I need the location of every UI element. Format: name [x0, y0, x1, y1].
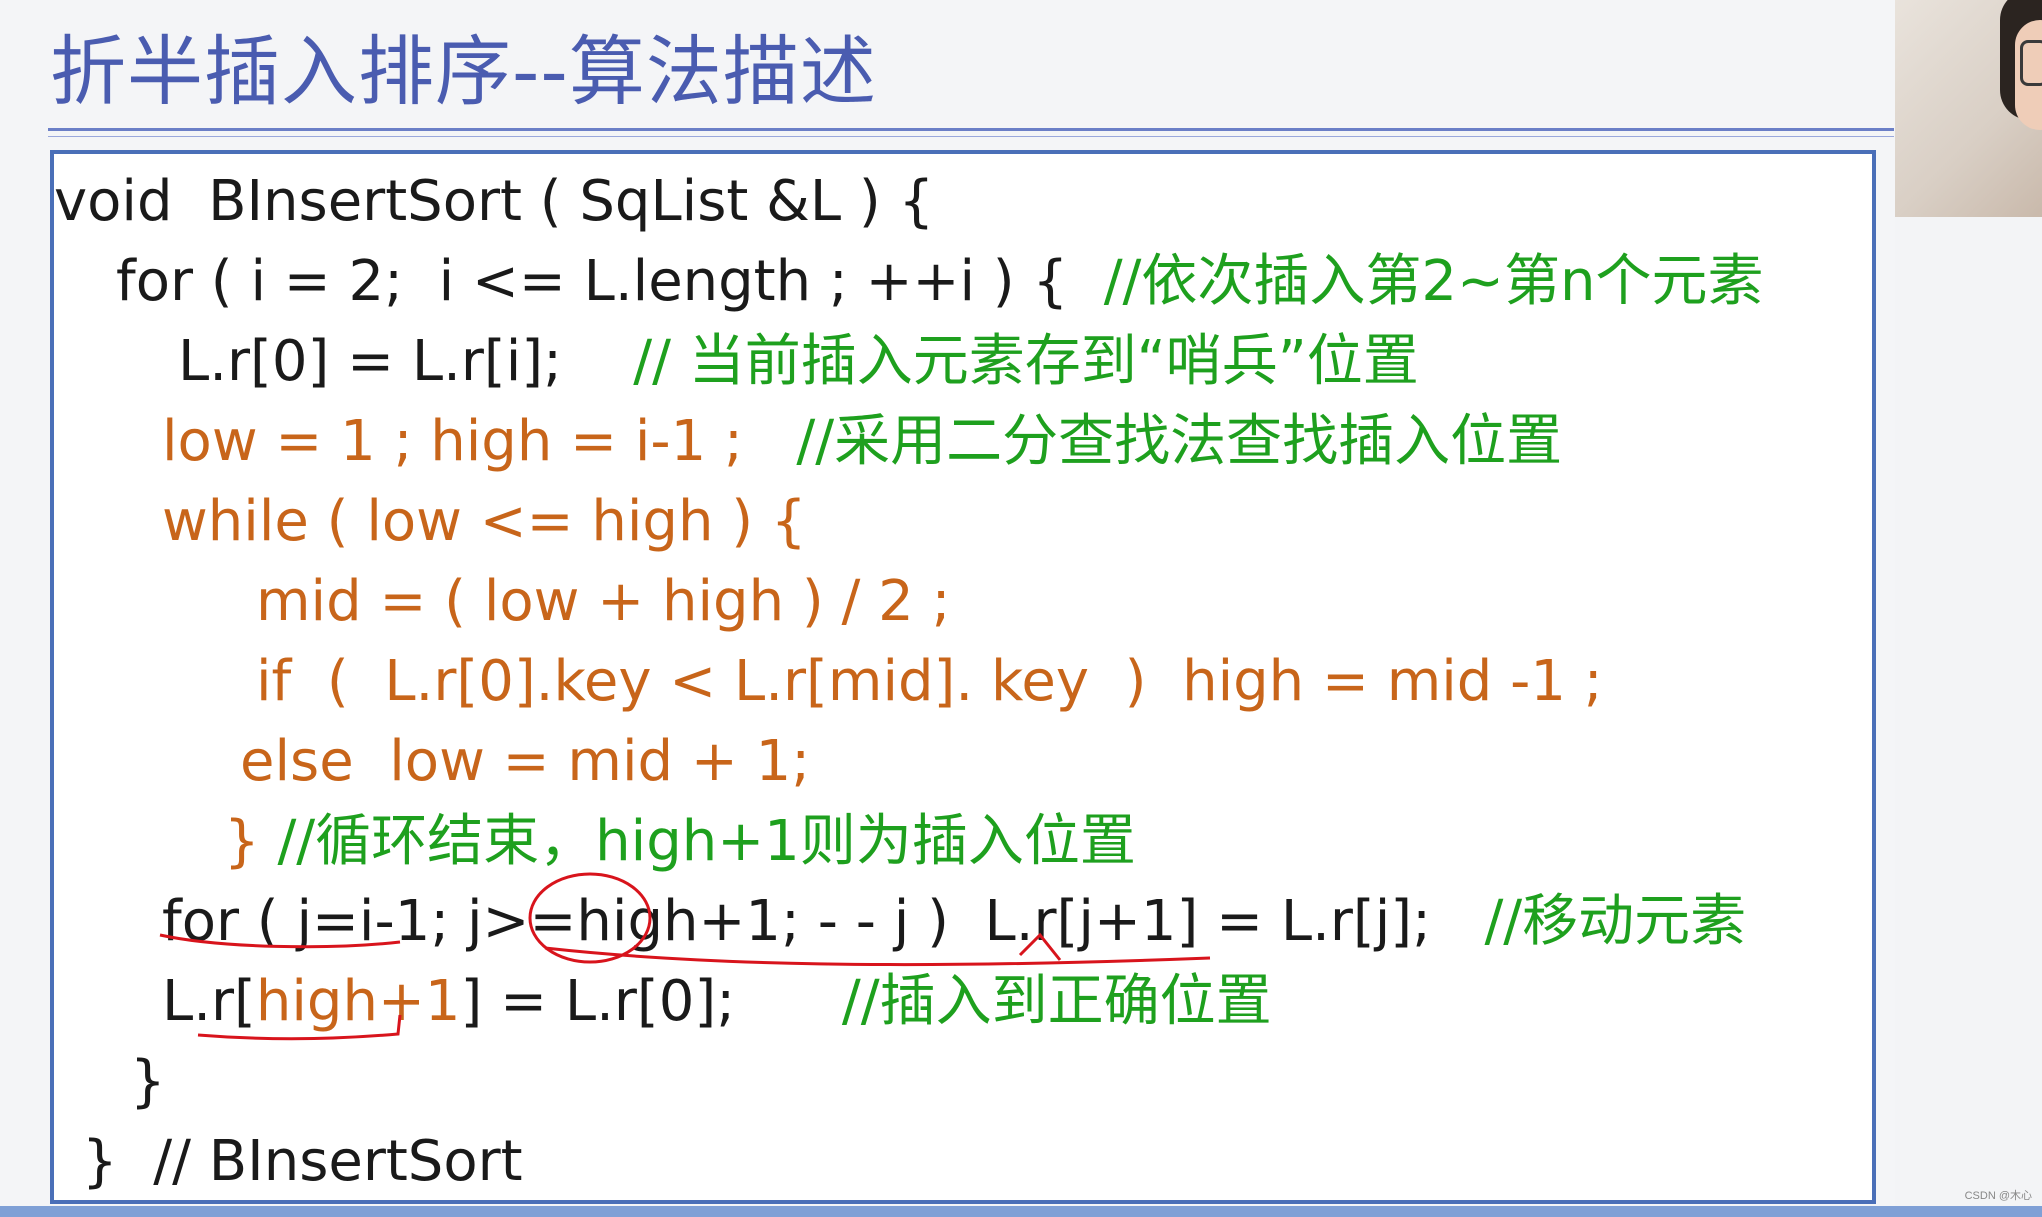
code-segment: high+1: [255, 969, 461, 1034]
code-line: L.r[high+1] = L.r[0]; //插入到正确位置: [162, 962, 1272, 1042]
code-segment: ] = L.r[0];: [460, 969, 842, 1034]
code-line: low = 1 ; high = i-1 ; //采用二分查找法查找插入位置: [162, 402, 1562, 482]
code-segment: for ( j=i-1; j>=high+1; - - j ) L.r[j+1]…: [162, 889, 1485, 954]
slide: 折半插入排序--算法描述 void BInsertSort ( SqList &…: [0, 0, 1895, 1217]
code-segment: mid = ( low + high ) / 2 ;: [256, 569, 951, 634]
code-segment: //采用二分查找法查找插入位置: [796, 409, 1563, 474]
code-line: } //循环结束，high+1则为插入位置: [224, 802, 1136, 882]
code-line: } // BInsertSort: [82, 1122, 523, 1202]
code-segment: else low = mid + 1;: [240, 729, 811, 794]
code-line: else low = mid + 1;: [240, 722, 810, 802]
code-block: void BInsertSort ( SqList &L ) { for ( i…: [50, 150, 1876, 1204]
code-segment: while ( low <= high ) {: [162, 489, 807, 554]
code-line: if ( L.r[0].key < L.r[mid]. key ) high =…: [256, 642, 1603, 722]
watermark: CSDN @木心: [1964, 1190, 2032, 1202]
webcam-overlay: [1895, 0, 2042, 217]
code-line: for ( i = 2; i <= L.length ; ++i ) { //依…: [116, 242, 1763, 322]
code-segment: //循环结束，high+1则为插入位置: [277, 809, 1136, 874]
slide-title: 折半插入排序--算法描述: [50, 27, 877, 116]
code-segment: }: [224, 809, 278, 874]
bottom-bar: [0, 1206, 2042, 1217]
code-line: while ( low <= high ) {: [162, 482, 807, 562]
code-segment: for ( i = 2; i <= L.length ; ++i ) {: [116, 249, 1104, 314]
code-segment: void BInsertSort ( SqList &L ) {: [54, 169, 935, 234]
code-line: L.r[0] = L.r[i]; // 当前插入元素存到“哨兵”位置: [178, 322, 1419, 402]
code-segment: L.r[0] = L.r[i];: [178, 329, 634, 394]
code-segment: } // BInsertSort: [82, 1129, 523, 1194]
code-segment: if ( L.r[0].key < L.r[mid]. key ) high =…: [256, 649, 1603, 714]
title-divider: [48, 128, 1894, 131]
code-line: void BInsertSort ( SqList &L ) {: [54, 162, 934, 242]
code-line: mid = ( low + high ) / 2 ;: [256, 562, 950, 642]
code-segment: }: [130, 1049, 166, 1114]
code-segment: low = 1 ; high = i-1 ;: [162, 409, 797, 474]
code-line: for ( j=i-1; j>=high+1; - - j ) L.r[j+1]…: [162, 882, 1746, 962]
title-divider-thin: [48, 136, 1894, 137]
code-line: }: [130, 1042, 166, 1122]
code-segment: //插入到正确位置: [841, 969, 1272, 1034]
presenter-glasses: [2020, 40, 2042, 86]
code-segment: //移动元素: [1484, 889, 1747, 954]
code-segment: L.r[: [162, 969, 256, 1034]
code-segment: // 当前插入元素存到“哨兵”位置: [633, 329, 1419, 394]
code-segment: //依次插入第2~第n个元素: [1103, 249, 1764, 314]
